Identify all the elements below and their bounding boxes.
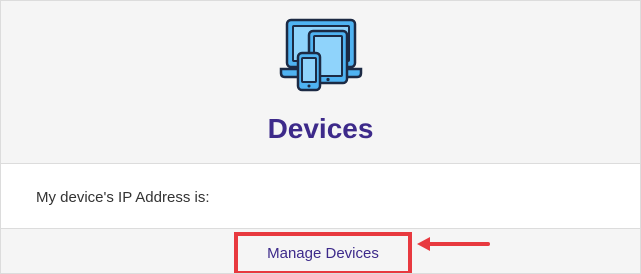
page-title: Devices: [267, 113, 374, 144]
devices-footer: Manage Devices: [1, 229, 640, 273]
manage-devices-link[interactable]: Manage Devices: [234, 232, 412, 273]
devices-panel: Devices My device's IP Address is: Manag…: [0, 0, 641, 274]
ip-address-row: My device's IP Address is:: [1, 164, 640, 229]
ip-address-label: My device's IP Address is:: [36, 189, 210, 206]
devices-icon: [279, 18, 363, 92]
manage-devices-label: Manage Devices: [267, 245, 379, 262]
arrow-left-icon: [417, 237, 490, 251]
devices-header: Devices: [1, 1, 640, 164]
